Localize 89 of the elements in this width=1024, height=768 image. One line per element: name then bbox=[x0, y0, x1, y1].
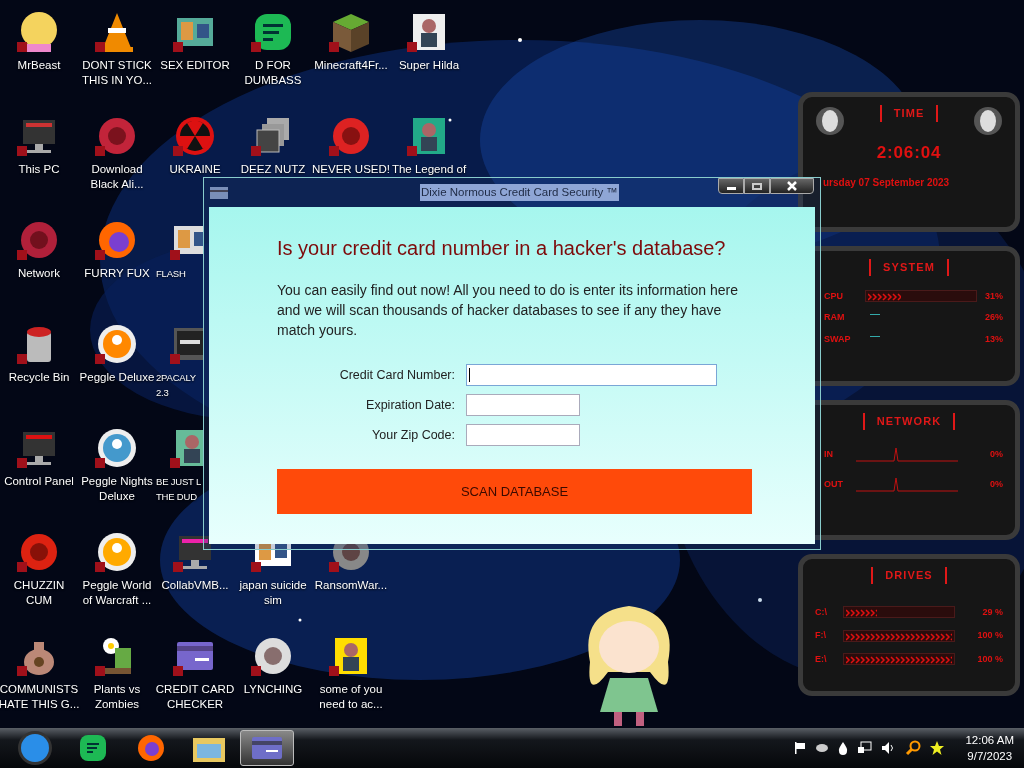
start-orb-icon bbox=[17, 730, 53, 766]
metric-value: 26% bbox=[985, 311, 1003, 324]
maximize-button[interactable] bbox=[744, 178, 770, 194]
clock-time: 12:06 AM bbox=[965, 733, 1014, 748]
icon-label[interactable]: Control Panel bbox=[4, 474, 74, 489]
alien-head-icon bbox=[973, 105, 1003, 136]
icon-label[interactable]: This PC bbox=[18, 162, 60, 177]
icon-label[interactable]: LYNCHING bbox=[243, 682, 303, 697]
icon-label[interactable]: Recycle Bin bbox=[8, 370, 70, 385]
icon-label[interactable]: D FOR DUMBASS bbox=[244, 58, 302, 88]
window-title: Dixie Normous Credit Card Security ™ bbox=[420, 184, 619, 202]
metric-value: 13% bbox=[985, 332, 1003, 346]
metric-label: RAM bbox=[823, 311, 846, 324]
icon-label[interactable]: NEVER USED! bbox=[312, 162, 390, 177]
metric-value: 0% bbox=[990, 448, 1003, 461]
drive-label: E:\ bbox=[815, 652, 828, 666]
close-icon bbox=[787, 181, 797, 191]
drive-label: F:\ bbox=[815, 629, 827, 642]
icon-label[interactable]: CREDIT CARD CHECKER bbox=[155, 682, 235, 712]
panel-title: SYSTEM bbox=[869, 259, 949, 276]
icon-label[interactable]: BE JUST L THE DUD bbox=[156, 474, 201, 504]
panel-title: TIME bbox=[879, 105, 939, 122]
taskbar-clock[interactable]: 12:06 AM 9/7/2023 bbox=[961, 732, 1018, 764]
icon-label[interactable]: Peggle World of Warcraft ... bbox=[82, 578, 152, 608]
icon-label[interactable]: FURRY FUX bbox=[84, 266, 150, 281]
icon-label[interactable]: 2PACALY 2.3 bbox=[156, 370, 196, 400]
icon-label[interactable]: Plants vs Zombies bbox=[93, 682, 141, 712]
icon-label[interactable]: UKRAINE bbox=[169, 162, 221, 177]
credit-card-icon bbox=[252, 737, 282, 759]
taskbar-button[interactable] bbox=[240, 730, 294, 766]
field-label: Credit Card Number: bbox=[338, 366, 456, 384]
icon-label[interactable]: Peggle Deluxe bbox=[79, 370, 155, 385]
icon-label[interactable]: japan suicide sim bbox=[239, 578, 307, 608]
drive-icon[interactable] bbox=[815, 741, 830, 755]
icon-label[interactable]: MrBeast bbox=[17, 58, 61, 73]
icon-label[interactable]: Download Black Ali... bbox=[90, 162, 144, 192]
panel-title: NETWORK bbox=[862, 413, 956, 430]
scan-database-button[interactable]: SCAN DATABASE bbox=[277, 469, 752, 514]
field-label: Your Zip Code: bbox=[371, 426, 456, 444]
metric-value: 31% bbox=[985, 289, 1003, 303]
clock-date: 9/7/2023 bbox=[967, 749, 1013, 764]
icon-label[interactable]: Minecraft4Fr... bbox=[314, 58, 388, 73]
input-field[interactable] bbox=[466, 364, 717, 386]
minimize-button[interactable] bbox=[718, 178, 744, 194]
flag-icon[interactable] bbox=[793, 741, 808, 755]
metric-value: 0% bbox=[990, 478, 1003, 491]
metric-label: SWAP bbox=[823, 332, 852, 346]
clock-time: 2:06:04 bbox=[876, 141, 942, 164]
icon-label[interactable]: DONT STICK THIS IN YO... bbox=[81, 58, 153, 88]
metric-label: OUT bbox=[824, 478, 844, 491]
icon-label[interactable]: DEEZ NUTZ bbox=[240, 162, 306, 177]
metric-value: 100 % bbox=[977, 629, 1003, 642]
drop-icon[interactable] bbox=[837, 741, 850, 755]
ball-icon[interactable] bbox=[95, 530, 139, 574]
icon-label[interactable]: CollabVMB... bbox=[161, 578, 229, 593]
icon-label[interactable]: RansomWar... bbox=[314, 578, 388, 593]
metric-label: CPU bbox=[823, 289, 844, 303]
fox-globe-icon bbox=[136, 733, 166, 763]
metric-value: 29 % bbox=[982, 605, 1003, 619]
icon-label[interactable]: FLASH bbox=[156, 266, 186, 281]
network-icon[interactable] bbox=[857, 741, 874, 755]
usage-dash bbox=[870, 335, 880, 337]
icon-label[interactable]: Peggle Nights Deluxe bbox=[81, 474, 153, 504]
close-button[interactable] bbox=[770, 178, 814, 194]
usage-dash bbox=[870, 314, 880, 316]
metric-value: 100 % bbox=[977, 652, 1003, 666]
radiation-icon[interactable] bbox=[173, 114, 217, 158]
description: You can easily find out now! All you need to do is enter its information here and we will scan thousands of hacker databases to see if any they have match yours. bbox=[277, 281, 739, 340]
panel-title: DRIVES bbox=[871, 567, 947, 584]
icon-label[interactable]: Network bbox=[17, 266, 61, 281]
input-field[interactable] bbox=[466, 424, 580, 446]
speech-bubble-icon bbox=[80, 735, 106, 761]
input-field[interactable] bbox=[466, 394, 580, 416]
ball-icon[interactable] bbox=[95, 426, 139, 470]
heading: Is your credit card number in a hacker's database? bbox=[277, 236, 727, 261]
icon-label[interactable]: The Legend of bbox=[391, 162, 467, 177]
alien-head-icon bbox=[815, 105, 845, 136]
icon-label[interactable]: CHUZZIN CUM bbox=[13, 578, 65, 608]
icon-label[interactable]: COMMUNISTS HATE THIS G... bbox=[0, 682, 80, 712]
metric-label: IN bbox=[824, 448, 834, 461]
field-label: Expiration Date: bbox=[365, 396, 456, 414]
icon-label[interactable]: Super Hilda bbox=[398, 58, 460, 73]
magnifier-icon[interactable] bbox=[905, 740, 922, 756]
drive-label: C:\ bbox=[815, 605, 828, 619]
star-icon[interactable] bbox=[929, 740, 946, 756]
ball-icon[interactable] bbox=[95, 322, 139, 366]
clock-date: ursday 07 September 2023 bbox=[823, 176, 951, 190]
icon-label[interactable]: some of you need to ac... bbox=[319, 682, 383, 712]
icon-label[interactable]: SEX EDITOR bbox=[160, 58, 230, 73]
